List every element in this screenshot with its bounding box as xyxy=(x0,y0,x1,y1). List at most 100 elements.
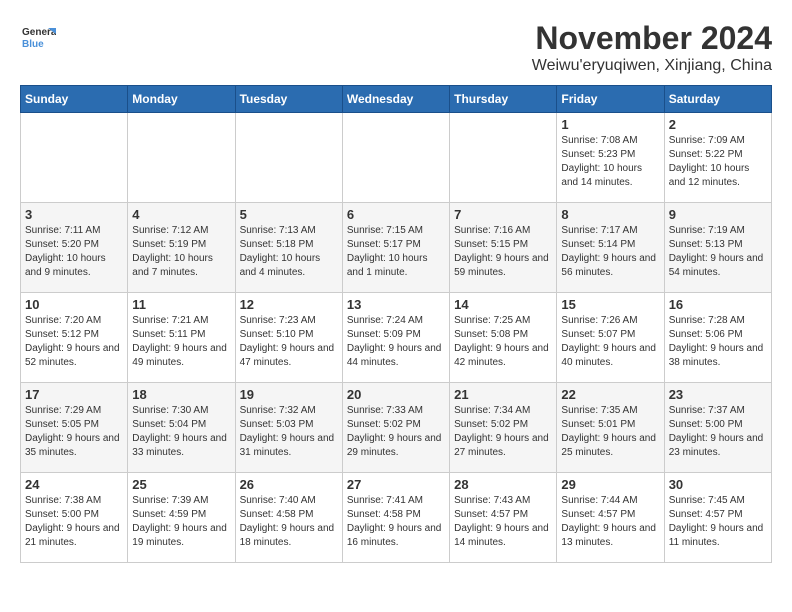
day-number: 8 xyxy=(561,207,659,222)
calendar-cell: 1Sunrise: 7:08 AM Sunset: 5:23 PM Daylig… xyxy=(557,113,664,203)
day-number: 21 xyxy=(454,387,552,402)
calendar-table: Sunday Monday Tuesday Wednesday Thursday… xyxy=(20,85,772,563)
day-content: Sunrise: 7:11 AM Sunset: 5:20 PM Dayligh… xyxy=(25,224,123,280)
calendar-cell: 22 Sunrise: 7:35 AM Sunset: 5:01 PM Dayli… xyxy=(557,383,664,473)
calendar-cell: 21 Sunrise: 7:34 AM Sunset: 5:02 PM Dayli… xyxy=(450,383,557,473)
day-content: Sunrise: 7:33 AM Sunset: 5:02 PM Dayligh… xyxy=(347,404,445,460)
calendar-cell: 24 Sunrise: 7:38 AM Sunset: 5:00 PM Dayli… xyxy=(21,473,128,563)
day-number: 14 xyxy=(454,297,552,312)
day-content: Sunrise: 7:28 AM Sunset: 5:06 PM Dayligh… xyxy=(669,314,767,370)
calendar-week-2: 10Sunrise: 7:20 AM Sunset: 5:12 PM Dayli… xyxy=(21,293,772,383)
title-area: November 2024 Weiwu'eryuqiwen, Xinjiang,… xyxy=(532,20,772,75)
calendar-week-4: 24 Sunrise: 7:38 AM Sunset: 5:00 PM Dayli… xyxy=(21,473,772,563)
day-number: 23 xyxy=(669,387,767,402)
calendar-cell xyxy=(342,113,449,203)
day-content: Sunrise: 7:37 AM Sunset: 5:00 PM Dayligh… xyxy=(669,404,767,460)
day-content: Sunrise: 7:45 AM Sunset: 4:57 PM Dayligh… xyxy=(669,494,767,550)
calendar-cell: 14 Sunrise: 7:25 AM Sunset: 5:08 PM Dayli… xyxy=(450,293,557,383)
calendar-week-0: 1Sunrise: 7:08 AM Sunset: 5:23 PM Daylig… xyxy=(21,113,772,203)
calendar-week-1: 3 Sunrise: 7:11 AM Sunset: 5:20 PM Daylig… xyxy=(21,203,772,293)
day-number: 18 xyxy=(132,387,230,402)
header-friday: Friday xyxy=(557,86,664,113)
day-number: 3 xyxy=(25,207,123,222)
calendar-cell: 10Sunrise: 7:20 AM Sunset: 5:12 PM Dayli… xyxy=(21,293,128,383)
calendar-body: 1Sunrise: 7:08 AM Sunset: 5:23 PM Daylig… xyxy=(21,113,772,563)
day-number: 10 xyxy=(25,297,123,312)
day-content: Sunrise: 7:24 AM Sunset: 5:09 PM Dayligh… xyxy=(347,314,445,370)
location-title: Weiwu'eryuqiwen, Xinjiang, China xyxy=(532,57,772,75)
header-row: Sunday Monday Tuesday Wednesday Thursday… xyxy=(21,86,772,113)
calendar-header: Sunday Monday Tuesday Wednesday Thursday… xyxy=(21,86,772,113)
day-content: Sunrise: 7:25 AM Sunset: 5:08 PM Dayligh… xyxy=(454,314,552,370)
calendar-cell: 8 Sunrise: 7:17 AM Sunset: 5:14 PM Daylig… xyxy=(557,203,664,293)
day-number: 6 xyxy=(347,207,445,222)
day-content: Sunrise: 7:17 AM Sunset: 5:14 PM Dayligh… xyxy=(561,224,659,280)
day-number: 17 xyxy=(25,387,123,402)
calendar-cell: 23 Sunrise: 7:37 AM Sunset: 5:00 PM Dayli… xyxy=(664,383,771,473)
calendar-cell: 13Sunrise: 7:24 AM Sunset: 5:09 PM Dayli… xyxy=(342,293,449,383)
calendar-cell: 16 Sunrise: 7:28 AM Sunset: 5:06 PM Dayli… xyxy=(664,293,771,383)
day-number: 12 xyxy=(240,297,338,312)
header-saturday: Saturday xyxy=(664,86,771,113)
calendar-cell: 9Sunrise: 7:19 AM Sunset: 5:13 PM Daylig… xyxy=(664,203,771,293)
day-number: 16 xyxy=(669,297,767,312)
day-number: 22 xyxy=(561,387,659,402)
calendar-cell: 29Sunrise: 7:44 AM Sunset: 4:57 PM Dayli… xyxy=(557,473,664,563)
day-number: 7 xyxy=(454,207,552,222)
day-content: Sunrise: 7:41 AM Sunset: 4:58 PM Dayligh… xyxy=(347,494,445,550)
calendar-cell: 4 Sunrise: 7:12 AM Sunset: 5:19 PM Daylig… xyxy=(128,203,235,293)
calendar-cell: 27Sunrise: 7:41 AM Sunset: 4:58 PM Dayli… xyxy=(342,473,449,563)
day-content: Sunrise: 7:23 AM Sunset: 5:10 PM Dayligh… xyxy=(240,314,338,370)
calendar-cell: 6Sunrise: 7:15 AM Sunset: 5:17 PM Daylig… xyxy=(342,203,449,293)
calendar-week-3: 17 Sunrise: 7:29 AM Sunset: 5:05 PM Dayli… xyxy=(21,383,772,473)
calendar-cell: 5Sunrise: 7:13 AM Sunset: 5:18 PM Daylig… xyxy=(235,203,342,293)
day-content: Sunrise: 7:16 AM Sunset: 5:15 PM Dayligh… xyxy=(454,224,552,280)
calendar-cell xyxy=(21,113,128,203)
calendar-cell xyxy=(450,113,557,203)
calendar-cell: 12 Sunrise: 7:23 AM Sunset: 5:10 PM Dayli… xyxy=(235,293,342,383)
calendar-cell: 28 Sunrise: 7:43 AM Sunset: 4:57 PM Dayli… xyxy=(450,473,557,563)
calendar-cell: 25Sunrise: 7:39 AM Sunset: 4:59 PM Dayli… xyxy=(128,473,235,563)
calendar-cell: 26Sunrise: 7:40 AM Sunset: 4:58 PM Dayli… xyxy=(235,473,342,563)
day-content: Sunrise: 7:38 AM Sunset: 5:00 PM Dayligh… xyxy=(25,494,123,550)
svg-text:Blue: Blue xyxy=(22,39,44,50)
day-content: Sunrise: 7:29 AM Sunset: 5:05 PM Dayligh… xyxy=(25,404,123,460)
day-content: Sunrise: 7:30 AM Sunset: 5:04 PM Dayligh… xyxy=(132,404,230,460)
day-number: 24 xyxy=(25,477,123,492)
day-number: 20 xyxy=(347,387,445,402)
day-number: 28 xyxy=(454,477,552,492)
month-title: November 2024 xyxy=(532,20,772,57)
logo: General Blue xyxy=(20,20,56,56)
day-number: 11 xyxy=(132,297,230,312)
header-tuesday: Tuesday xyxy=(235,86,342,113)
calendar-cell: 18 Sunrise: 7:30 AM Sunset: 5:04 PM Dayli… xyxy=(128,383,235,473)
day-content: Sunrise: 7:34 AM Sunset: 5:02 PM Dayligh… xyxy=(454,404,552,460)
page-header: General Blue November 2024 Weiwu'eryuqiw… xyxy=(20,20,772,75)
day-content: Sunrise: 7:26 AM Sunset: 5:07 PM Dayligh… xyxy=(561,314,659,370)
day-content: Sunrise: 7:40 AM Sunset: 4:58 PM Dayligh… xyxy=(240,494,338,550)
calendar-cell: 19Sunrise: 7:32 AM Sunset: 5:03 PM Dayli… xyxy=(235,383,342,473)
day-content: Sunrise: 7:43 AM Sunset: 4:57 PM Dayligh… xyxy=(454,494,552,550)
calendar-cell: 11Sunrise: 7:21 AM Sunset: 5:11 PM Dayli… xyxy=(128,293,235,383)
header-thursday: Thursday xyxy=(450,86,557,113)
calendar-cell: 2Sunrise: 7:09 AM Sunset: 5:22 PM Daylig… xyxy=(664,113,771,203)
day-number: 5 xyxy=(240,207,338,222)
header-wednesday: Wednesday xyxy=(342,86,449,113)
day-content: Sunrise: 7:44 AM Sunset: 4:57 PM Dayligh… xyxy=(561,494,659,550)
logo-icon: General Blue xyxy=(20,20,56,56)
header-monday: Monday xyxy=(128,86,235,113)
day-content: Sunrise: 7:09 AM Sunset: 5:22 PM Dayligh… xyxy=(669,134,767,190)
day-number: 4 xyxy=(132,207,230,222)
calendar-cell: 17 Sunrise: 7:29 AM Sunset: 5:05 PM Dayli… xyxy=(21,383,128,473)
day-content: Sunrise: 7:39 AM Sunset: 4:59 PM Dayligh… xyxy=(132,494,230,550)
day-content: Sunrise: 7:19 AM Sunset: 5:13 PM Dayligh… xyxy=(669,224,767,280)
day-content: Sunrise: 7:32 AM Sunset: 5:03 PM Dayligh… xyxy=(240,404,338,460)
calendar-cell: 20 Sunrise: 7:33 AM Sunset: 5:02 PM Dayli… xyxy=(342,383,449,473)
day-content: Sunrise: 7:12 AM Sunset: 5:19 PM Dayligh… xyxy=(132,224,230,280)
day-content: Sunrise: 7:08 AM Sunset: 5:23 PM Dayligh… xyxy=(561,134,659,190)
day-number: 30 xyxy=(669,477,767,492)
header-sunday: Sunday xyxy=(21,86,128,113)
calendar-cell: 30 Sunrise: 7:45 AM Sunset: 4:57 PM Dayli… xyxy=(664,473,771,563)
day-content: Sunrise: 7:35 AM Sunset: 5:01 PM Dayligh… xyxy=(561,404,659,460)
calendar-cell xyxy=(235,113,342,203)
